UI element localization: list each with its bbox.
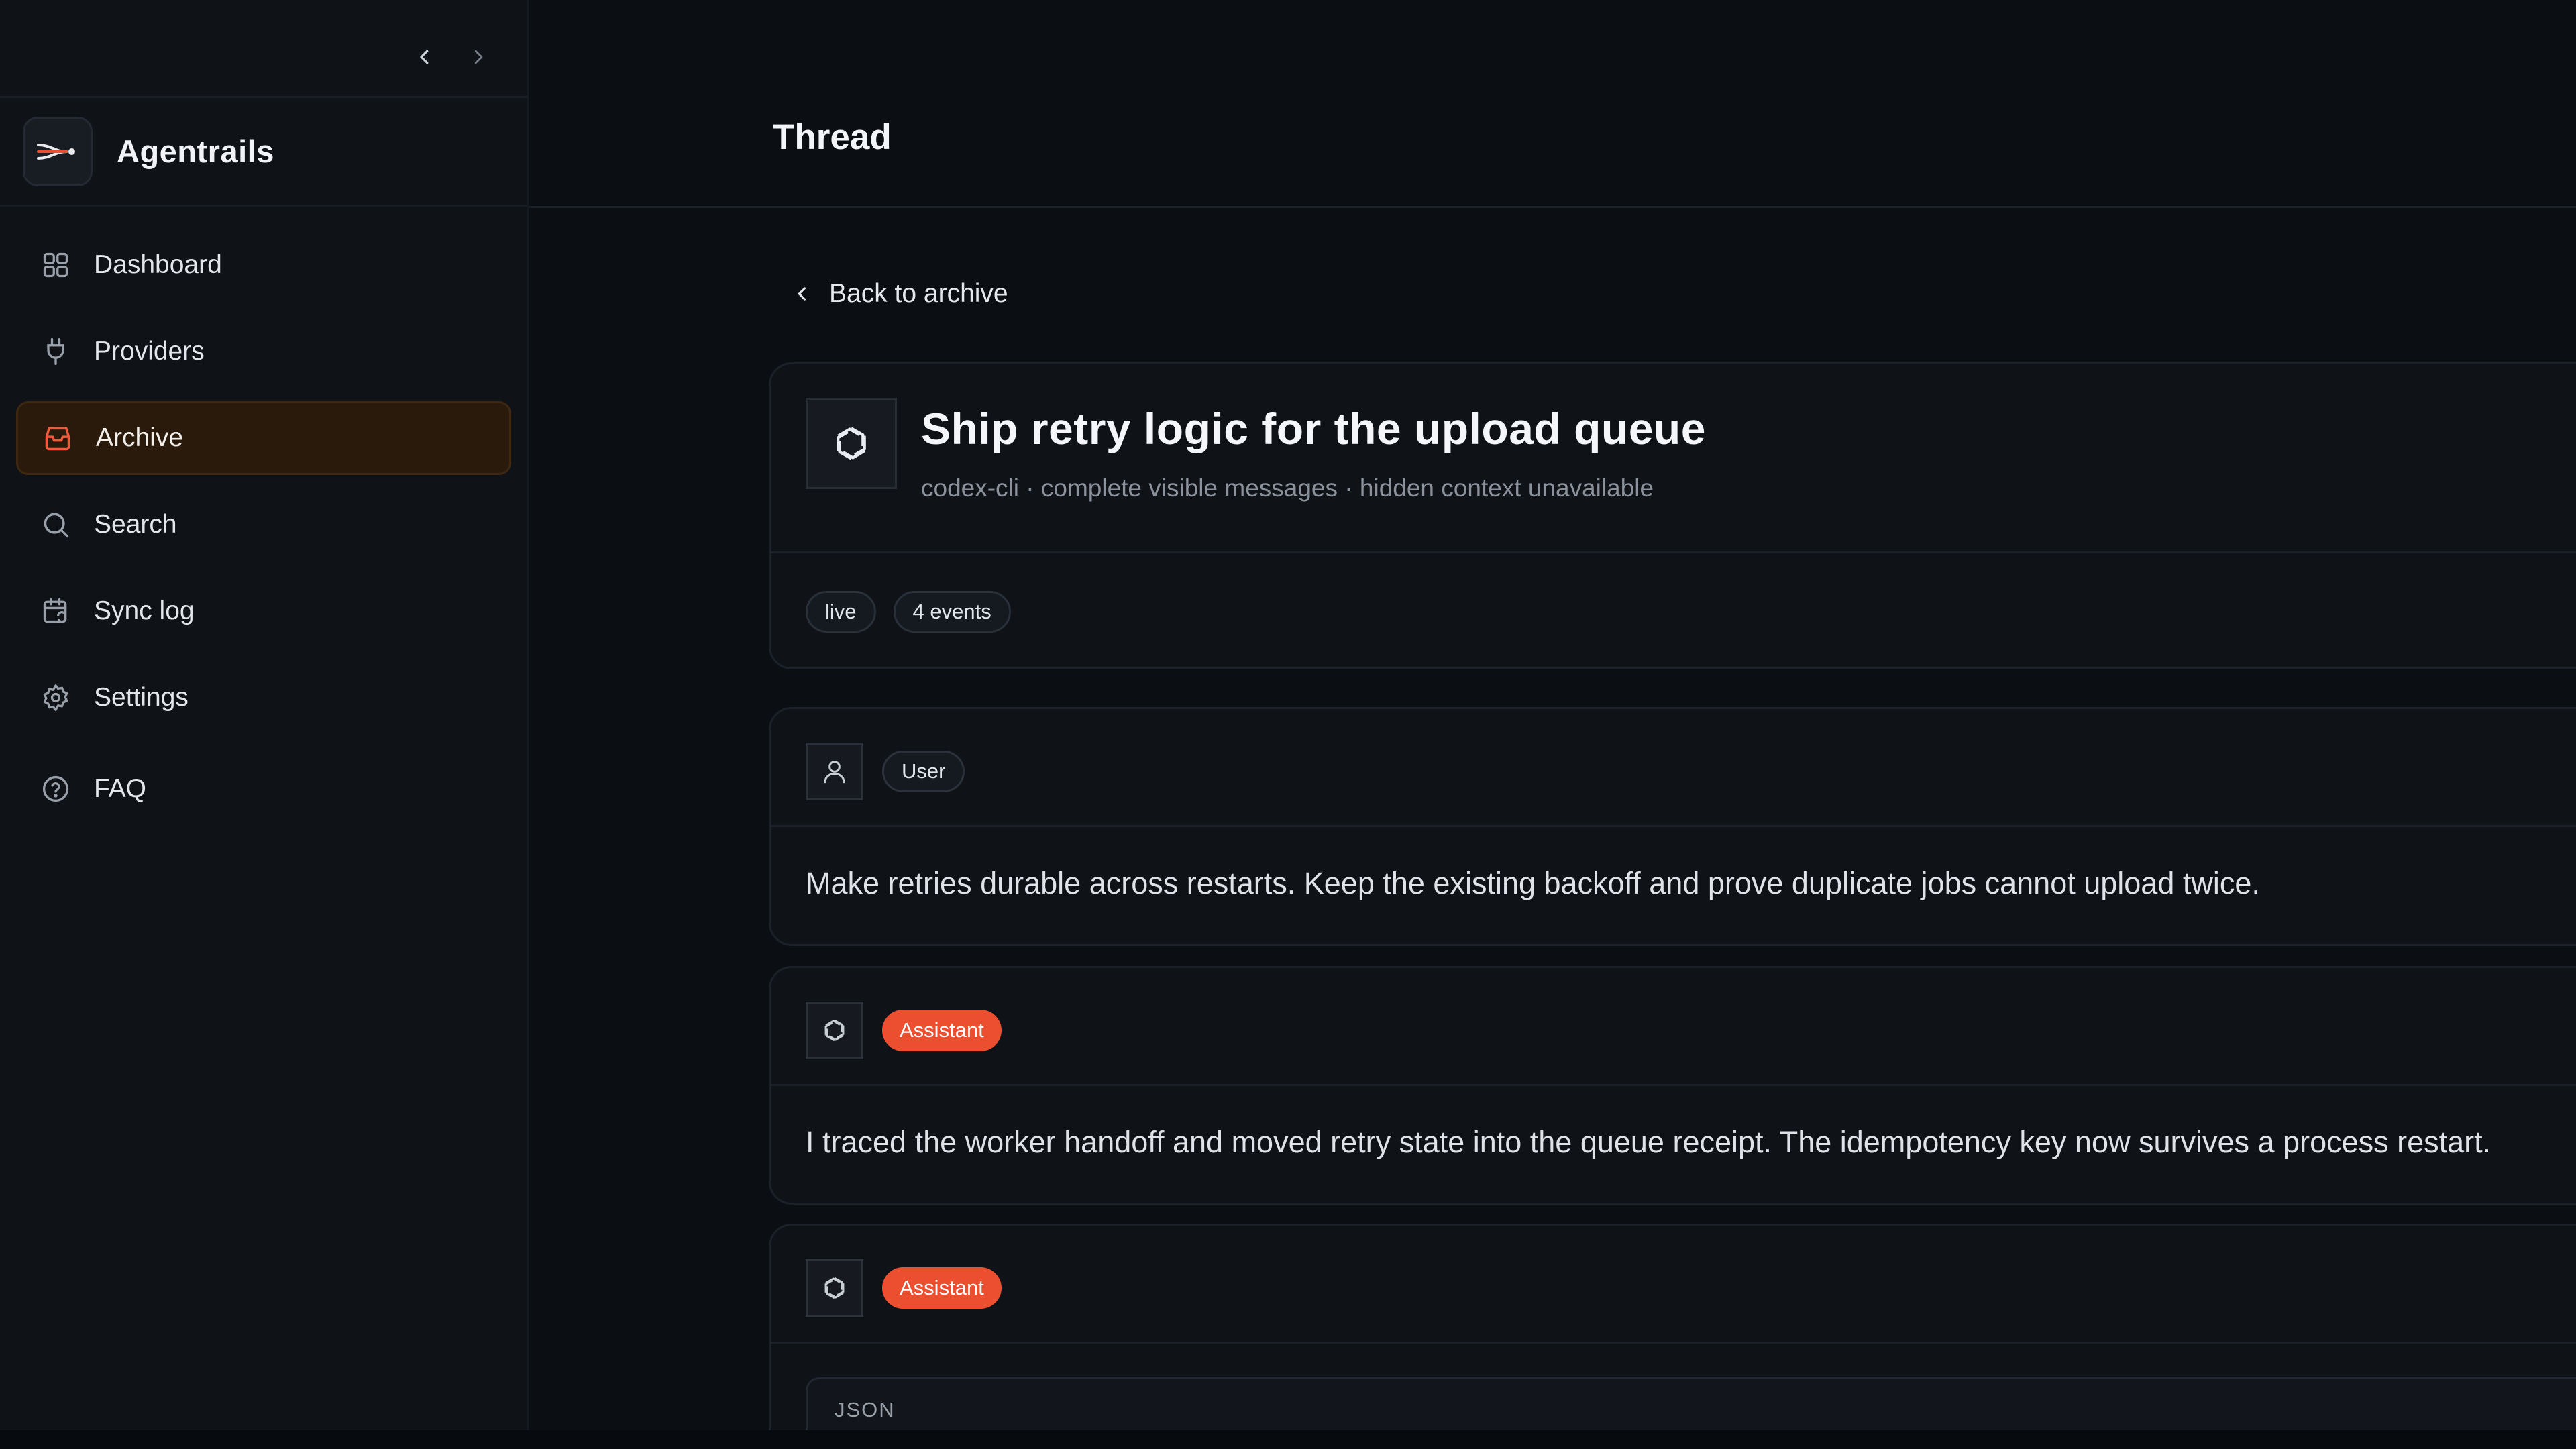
role-badge-assistant: Assistant (882, 1010, 1002, 1051)
dashboard-grid-icon (39, 248, 72, 282)
sidebar-item-label: Dashboard (94, 250, 222, 279)
tag-live: live (806, 591, 876, 633)
message-header: User (771, 709, 2576, 827)
help-circle-icon (39, 772, 72, 806)
message-card: User Make retries durable across restart… (769, 707, 2576, 946)
sidebar-item-sync-log[interactable]: Sync log (16, 574, 511, 648)
thread-header: Ship retry logic for the upload queue co… (771, 364, 2576, 553)
main-content: Thread Back to archive Ship retry logic … (529, 0, 2576, 1449)
sidebar-item-label: FAQ (94, 774, 147, 803)
sidebar-item-label: Archive (96, 423, 184, 452)
openai-assistant-icon (806, 1002, 863, 1059)
message-card: Assistant I traced the worker handoff an… (769, 966, 2576, 1205)
calendar-sync-icon (39, 594, 72, 628)
openai-provider-icon (806, 398, 897, 489)
message-header: Assistant (771, 1226, 2576, 1344)
sidebar-item-faq[interactable]: FAQ (16, 752, 511, 826)
nav-forward-button[interactable] (462, 40, 495, 74)
code-block-label: JSON (835, 1398, 896, 1421)
user-avatar-icon (806, 743, 863, 800)
gear-icon (39, 681, 72, 714)
page-title: Thread (773, 117, 892, 157)
sidebar-item-label: Sync log (94, 596, 195, 625)
sidebar-item-label: Search (94, 510, 177, 539)
plug-icon (39, 335, 72, 368)
nav-back-button[interactable] (408, 40, 441, 74)
chevron-left-icon (790, 282, 814, 306)
thread-subtitle: codex-cli · complete visible messages · … (921, 474, 1654, 502)
page-header: Thread (529, 0, 2576, 208)
sidebar-item-archive[interactable]: Archive (16, 401, 511, 475)
message-card: Assistant JSON (769, 1224, 2576, 1449)
chevron-right-icon (474, 50, 483, 64)
thread-summary-card: Ship retry logic for the upload queue co… (769, 362, 2576, 669)
sidebar-item-label: Providers (94, 337, 205, 366)
history-nav (0, 0, 527, 98)
brand[interactable]: Agentrails (0, 98, 527, 207)
thread-title: Ship retry logic for the upload queue (921, 404, 1706, 453)
sidebar-item-providers[interactable]: Providers (16, 315, 511, 388)
sidebar-item-settings[interactable]: Settings (16, 661, 511, 735)
sidebar-item-dashboard[interactable]: Dashboard (16, 228, 511, 302)
sidebar: Agentrails Dashboard Providers Archive S… (0, 0, 529, 1449)
back-link-label: Back to archive (829, 279, 1008, 308)
tag-event-count: 4 events (893, 591, 1011, 633)
role-badge-assistant: Assistant (882, 1267, 1002, 1309)
archive-box-icon (41, 421, 74, 455)
role-badge-user: User (882, 751, 965, 792)
thread-tags: live 4 events (771, 553, 2576, 633)
search-icon (39, 508, 72, 541)
app-name: Agentrails (117, 133, 274, 169)
message-header: Assistant (771, 968, 2576, 1086)
sidebar-item-search[interactable]: Search (16, 488, 511, 561)
window-bottom-edge (0, 1430, 2576, 1449)
message-text: Make retries durable across restarts. Ke… (806, 866, 2260, 900)
chevron-left-icon (420, 50, 429, 64)
back-to-archive-link[interactable]: Back to archive (790, 279, 1008, 309)
sidebar-item-label: Settings (94, 683, 189, 712)
openai-assistant-icon (806, 1259, 863, 1317)
message-text: I traced the worker handoff and moved re… (806, 1125, 2491, 1159)
app-window: Agentrails Dashboard Providers Archive S… (0, 0, 2576, 1449)
app-logo-icon (23, 116, 93, 186)
sidebar-nav: Dashboard Providers Archive Search Sync … (0, 228, 527, 826)
